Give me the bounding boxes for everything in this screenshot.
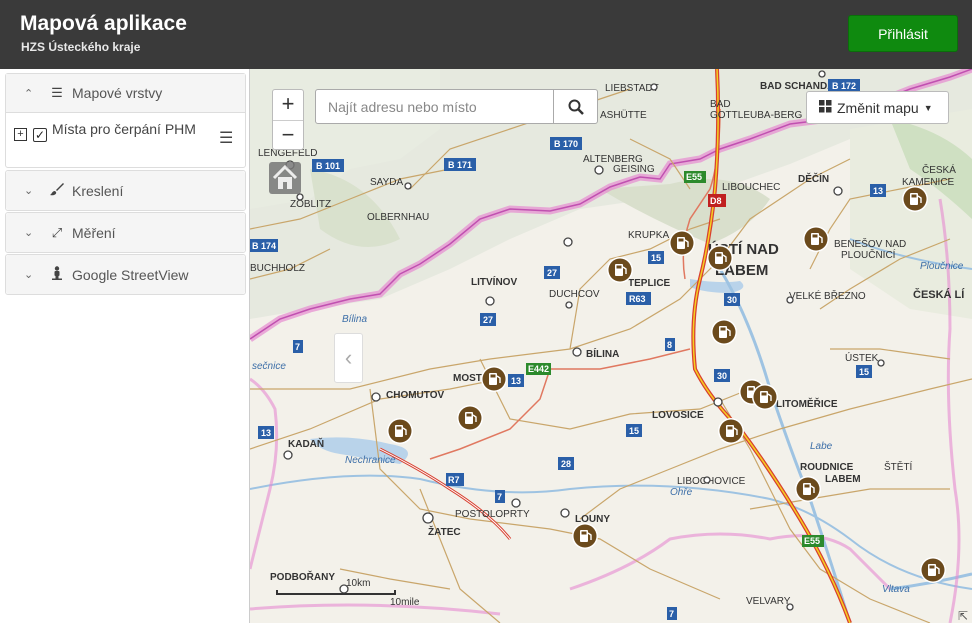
change-basemap-label: Změnit mapu bbox=[837, 99, 919, 116]
zoom-out-button[interactable]: − bbox=[273, 120, 303, 150]
app-title: Mapová aplikace bbox=[20, 12, 187, 35]
address-search bbox=[315, 89, 598, 124]
panel-measure-label: Měření bbox=[72, 224, 116, 241]
fuel-station-marker[interactable] bbox=[457, 405, 483, 431]
map-canvas[interactable]: BAD SCHANDAU LIEBSTADT ASHÜTTE BAD GOTTL… bbox=[250, 69, 972, 623]
fuel-station-marker[interactable] bbox=[387, 418, 413, 444]
panel-drawing: ⌄ Kreslení bbox=[5, 170, 246, 211]
chevron-down-icon: ⌄ bbox=[24, 227, 34, 239]
panel-measure-header[interactable]: ⌄ ⤢ Měření bbox=[6, 213, 245, 252]
scale-bar-line bbox=[276, 590, 396, 595]
pegman-icon bbox=[48, 266, 66, 283]
layer-name: Místa pro čerpání PHM bbox=[52, 121, 196, 137]
search-icon bbox=[568, 99, 584, 115]
fuel-station-marker[interactable] bbox=[707, 245, 733, 271]
chevron-down-icon: ⌄ bbox=[24, 269, 34, 281]
home-icon bbox=[272, 164, 298, 189]
home-extent-button[interactable] bbox=[269, 162, 301, 194]
sidebar: ⌃ ☰ Mapové vrstvy + ✓ Místa pro čerpání … bbox=[0, 69, 250, 623]
chevron-down-icon: ⌄ bbox=[24, 185, 34, 197]
resize-arrows-icon: ⤢ bbox=[51, 224, 63, 240]
panel-map-layers-label: Mapové vrstvy bbox=[72, 85, 163, 101]
chevron-up-icon: ⌃ bbox=[24, 87, 34, 100]
grid-icon bbox=[819, 99, 832, 116]
chevron-left-icon: ‹ bbox=[344, 345, 353, 370]
collapse-sidebar-button[interactable]: ‹ bbox=[334, 333, 363, 383]
expand-plus-icon[interactable]: + bbox=[14, 128, 27, 141]
panel-drawing-header[interactable]: ⌄ Kreslení bbox=[6, 171, 245, 210]
layer-visibility-checkbox[interactable]: ✓ bbox=[33, 128, 47, 142]
change-basemap-button[interactable]: Změnit mapu ▼ bbox=[806, 91, 949, 124]
panel-drawing-label: Kreslení bbox=[72, 182, 124, 199]
hamburger-menu-icon[interactable]: ☰ bbox=[219, 128, 233, 148]
scale-km-label: 10km bbox=[346, 578, 371, 589]
fuel-station-marker[interactable] bbox=[902, 186, 928, 212]
brush-icon bbox=[48, 182, 66, 199]
layer-row: + ✓ Místa pro čerpání PHM ☰ bbox=[6, 113, 245, 167]
panel-measure: ⌄ ⤢ Měření bbox=[5, 212, 246, 253]
panel-map-layers-header[interactable]: ⌃ ☰ Mapové vrstvy bbox=[6, 74, 245, 113]
fuel-station-marker[interactable] bbox=[718, 418, 744, 444]
fuel-station-marker[interactable] bbox=[920, 557, 946, 583]
caret-down-icon: ▼ bbox=[923, 102, 933, 113]
resize-corner-icon: ⇱ bbox=[958, 609, 969, 623]
login-button[interactable]: Přihlásit bbox=[848, 15, 958, 52]
fuel-station-marker[interactable] bbox=[795, 476, 821, 502]
search-button[interactable] bbox=[553, 90, 598, 123]
panel-streetview: ⌄ Google StreetView bbox=[5, 254, 246, 295]
scale-mile-label: 10mile bbox=[390, 597, 420, 608]
panel-streetview-label: Google StreetView bbox=[72, 266, 189, 283]
fuel-station-marker[interactable] bbox=[572, 523, 598, 549]
fuel-station-marker[interactable] bbox=[711, 319, 737, 345]
fuel-station-marker[interactable] bbox=[803, 226, 829, 252]
fuel-station-marker[interactable] bbox=[669, 230, 695, 256]
fuel-station-marker[interactable] bbox=[752, 384, 778, 410]
list-icon: ☰ bbox=[51, 85, 63, 100]
zoom-control: + − bbox=[272, 89, 304, 150]
panel-map-layers: ⌃ ☰ Mapové vrstvy + ✓ Místa pro čerpání … bbox=[5, 73, 246, 168]
app-header: Mapová aplikace HZS Ústeckého kraje Přih… bbox=[0, 0, 972, 69]
scale-bar: 10km 10mile bbox=[276, 578, 419, 608]
panel-streetview-header[interactable]: ⌄ Google StreetView bbox=[6, 255, 245, 294]
zoom-in-button[interactable]: + bbox=[273, 90, 303, 120]
fuel-station-marker[interactable] bbox=[481, 366, 507, 392]
address-search-input[interactable] bbox=[316, 90, 553, 123]
app-subtitle: HZS Ústeckého kraje bbox=[21, 40, 141, 54]
fuel-station-marker[interactable] bbox=[607, 257, 633, 283]
